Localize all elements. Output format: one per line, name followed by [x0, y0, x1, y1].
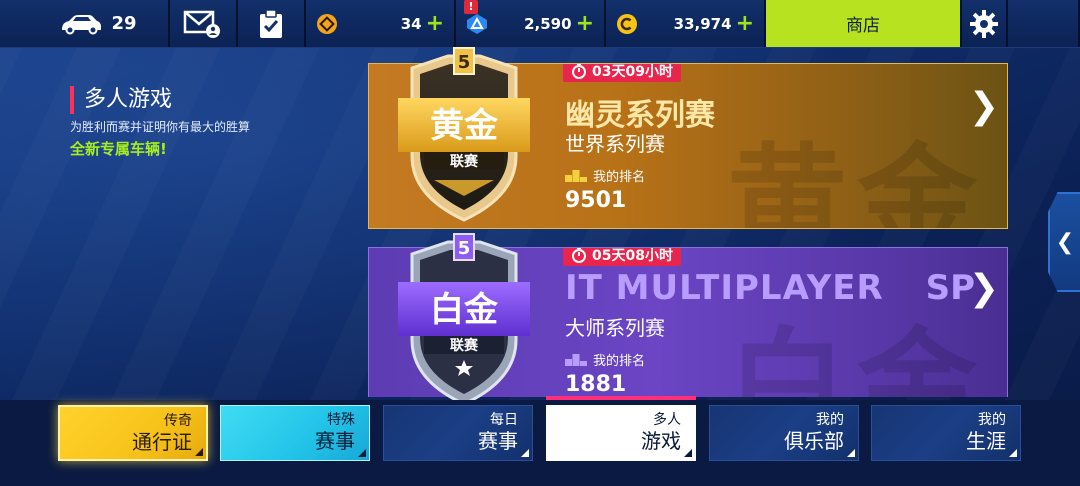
credits-value: 2,590 [524, 14, 572, 33]
cash-value: 33,974 [673, 14, 732, 33]
credits-counter[interactable]: 2,590 + [456, 0, 606, 47]
platinum-tier-number: 5 [458, 238, 471, 259]
stopwatch-icon [572, 248, 586, 263]
platinum-rank-label: 我的排名 [593, 354, 646, 369]
nav-my-club[interactable]: 我的 俱乐部 [709, 405, 859, 461]
side-panel-toggle[interactable]: ❮ [1048, 192, 1080, 292]
nav-label-line1: 传奇 [164, 413, 192, 429]
mail-button[interactable] [170, 0, 238, 47]
nav-label-line2: 赛事 [315, 429, 355, 453]
cash-counter[interactable]: 33,974 + [606, 0, 766, 47]
stopwatch-icon [572, 64, 586, 79]
tokens-counter[interactable]: 34 + [306, 0, 456, 47]
corner-triangle-icon [358, 449, 366, 457]
new-vehicle-notice: 全新专属车辆! [70, 140, 167, 158]
corner-triangle-icon [847, 449, 855, 457]
platinum-league-emblem: 5 白金 联赛 [398, 233, 530, 406]
chevron-left-icon: ❮ [1055, 229, 1075, 255]
gold-rank-label: 我的排名 [593, 170, 646, 185]
nav-label-line1: 特殊 [327, 412, 355, 428]
add-cash-button[interactable]: + [736, 12, 754, 35]
platinum-series-title: IT MULTIPLAYER [565, 268, 884, 308]
podium-icon [565, 169, 587, 182]
clipboard-check-icon [260, 8, 282, 38]
active-tab-indicator [546, 396, 696, 400]
corner-triangle-icon [1009, 449, 1017, 457]
car-icon [62, 14, 102, 34]
nav-label-line1: 多人 [653, 412, 681, 428]
token-icon [317, 13, 337, 34]
nav-my-career[interactable]: 我的 生涯 [871, 405, 1021, 461]
nav-label-line2: 生涯 [966, 429, 1006, 453]
add-tokens-button[interactable]: + [426, 12, 444, 35]
topbar-filler [1008, 0, 1080, 47]
gold-timer: 03天09小时 [563, 64, 681, 82]
chevron-right-icon[interactable]: ❯ [969, 268, 999, 309]
tasks-alert-badge: ! [464, 0, 478, 14]
nav-special-events[interactable]: 特殊 赛事 [220, 405, 370, 461]
multiplayer-promo: 多人游戏 为胜利而赛并证明你有最大的胜算 全新专属车辆! [70, 86, 250, 159]
gold-watermark: 黄金 [727, 131, 987, 229]
tasks-button[interactable] [238, 0, 306, 47]
platinum-timer: 05天08小时 [563, 248, 681, 266]
corner-triangle-icon [195, 448, 203, 456]
cars-count: 29 [111, 13, 137, 34]
gear-icon [970, 9, 998, 38]
nav-label-line1: 我的 [816, 412, 844, 428]
nav-multiplayer[interactable]: 多人 游戏 [546, 405, 696, 461]
shop-label: 商店 [846, 16, 880, 36]
coin-icon [617, 13, 637, 34]
settings-button[interactable] [962, 0, 1008, 47]
gold-tier-number: 5 [458, 52, 471, 73]
gold-series-subtitle: 世界系列赛 [565, 132, 665, 156]
nav-label-line2: 赛事 [478, 429, 518, 453]
platinum-rank-value: 1881 [565, 372, 627, 397]
shop-button[interactable]: 商店 [766, 0, 962, 47]
nav-legend-pass[interactable]: 传奇 通行证 [58, 405, 208, 461]
credit-icon [467, 13, 487, 34]
gold-rank-value: 9501 [565, 188, 627, 213]
page-title: 多人游戏 [70, 86, 250, 114]
gold-rank-row: 我的排名 [565, 166, 645, 185]
gold-league-emblem: 5 黄金 联赛 [398, 47, 530, 222]
gold-timer-text: 03天09小时 [592, 64, 673, 80]
platinum-league-sub: 联赛 [450, 337, 479, 354]
podium-icon [565, 353, 587, 366]
nav-label-line2: 游戏 [641, 429, 681, 453]
nav-daily-events[interactable]: 每日 赛事 [383, 405, 533, 461]
nav-label-line1: 每日 [490, 412, 518, 428]
garage-button[interactable]: 29 [0, 0, 170, 47]
corner-triangle-icon [684, 449, 692, 457]
top-bar: 29 34 + 2,590 + 33,974 + 商店 [0, 0, 1080, 48]
nav-label-line2: 俱乐部 [784, 429, 844, 453]
nav-label-line1: 我的 [978, 412, 1006, 428]
platinum-series-subtitle: 大师系列赛 [565, 316, 665, 340]
platinum-series-title-tail: SP [925, 268, 975, 308]
corner-triangle-icon [521, 449, 529, 457]
mail-icon [183, 10, 220, 38]
tokens-value: 34 [400, 14, 422, 33]
platinum-rank-row: 我的排名 [565, 350, 645, 369]
gold-league-sub: 联赛 [450, 153, 479, 170]
bottom-nav: 传奇 通行证 特殊 赛事 每日 赛事 多人 游戏 我的 俱乐部 我的 生涯 [0, 400, 1080, 486]
chevron-right-icon[interactable]: ❯ [969, 86, 999, 127]
page-subtitle: 为胜利而赛并证明你有最大的胜算 [70, 120, 251, 134]
add-credits-button[interactable]: + [576, 12, 594, 35]
platinum-timer-text: 05天08小时 [592, 248, 673, 264]
nav-label-line2: 通行证 [132, 430, 192, 454]
platinum-league-name: 白金 [430, 290, 499, 330]
gold-league-name: 黄金 [430, 106, 499, 146]
